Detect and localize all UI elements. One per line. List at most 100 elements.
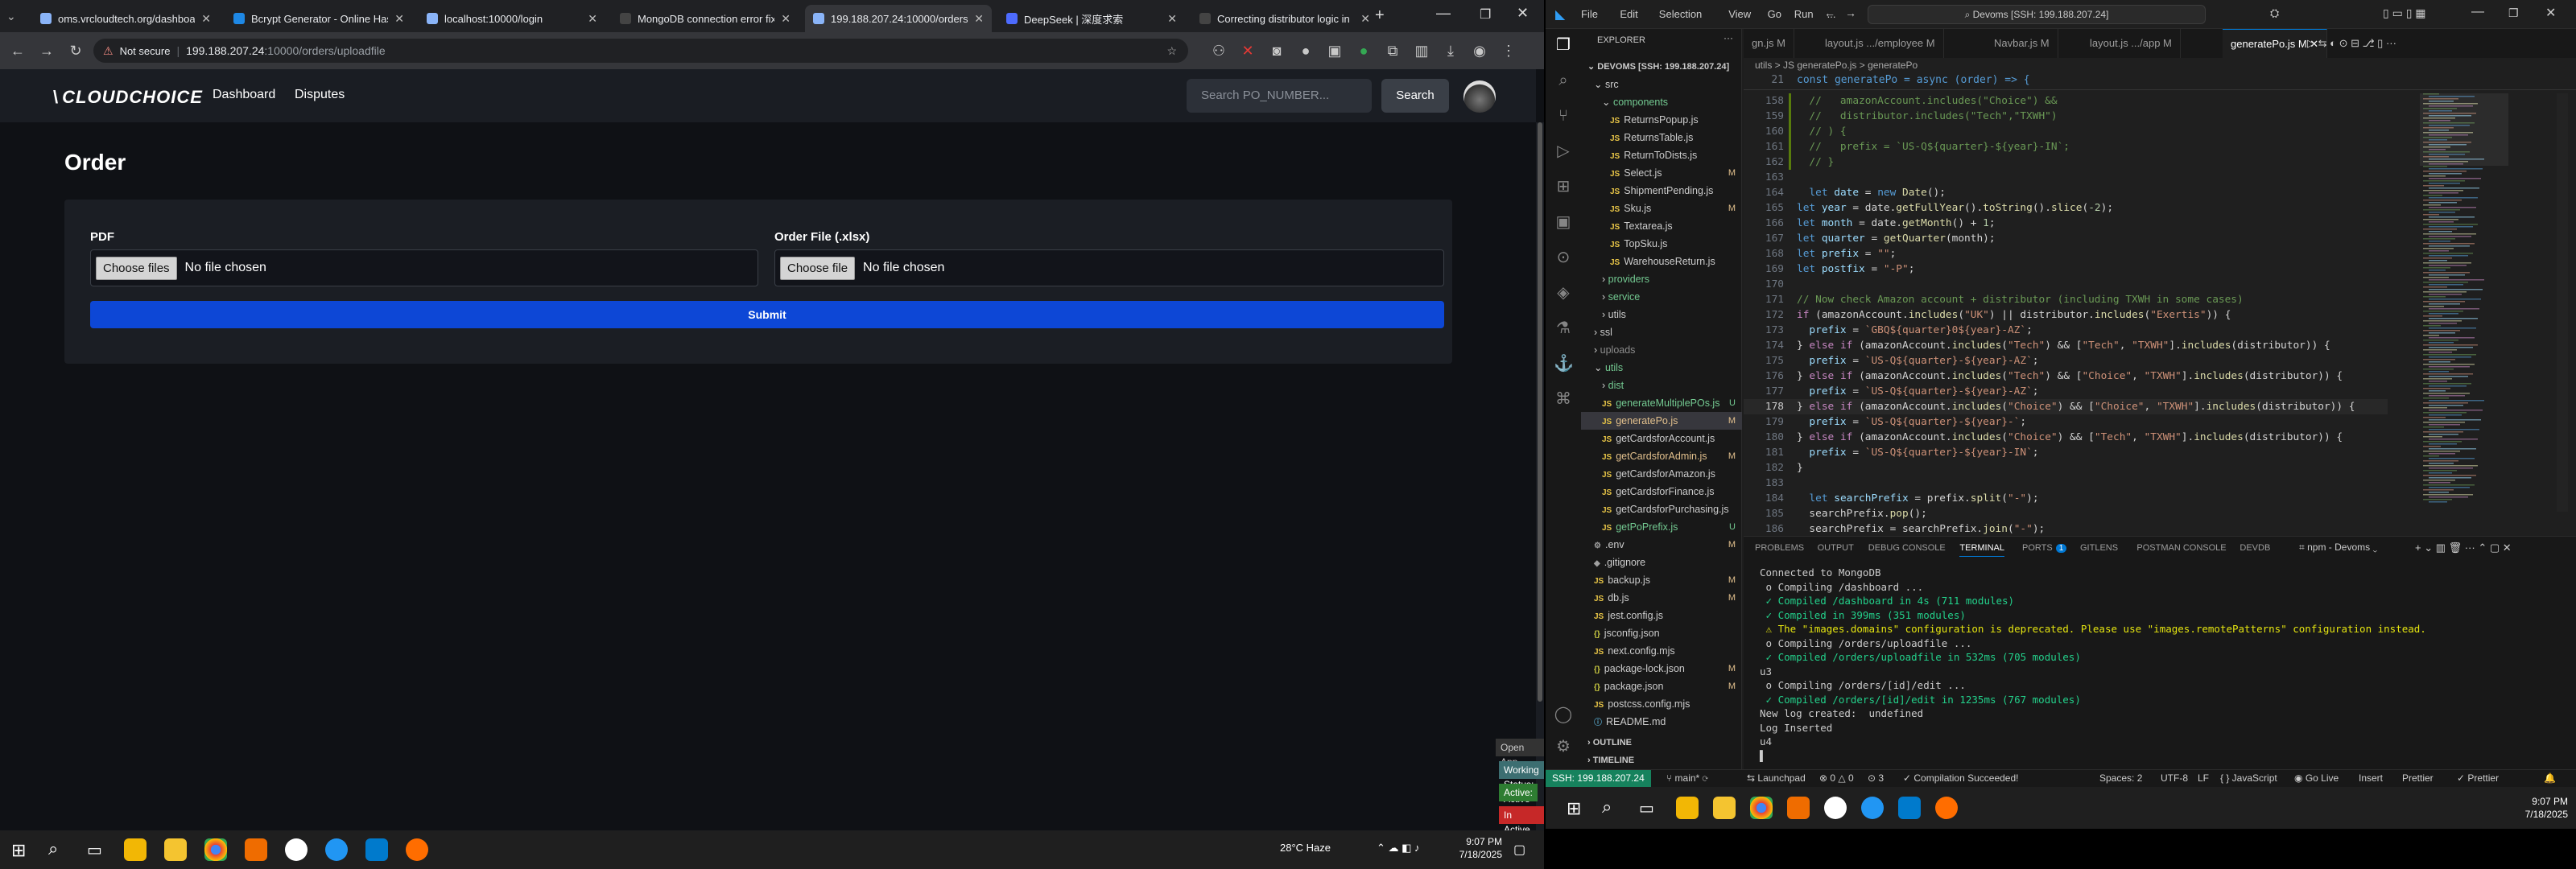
task-view-icon[interactable]: ▭ [1639, 798, 1654, 818]
code-line[interactable]: 162 // } [1744, 154, 2388, 170]
timeline-section[interactable]: › TIMELINE [1581, 752, 1742, 769]
edge-icon[interactable] [325, 838, 348, 861]
browser-tab[interactable]: DeepSeek | 深度求索 ✕ [998, 5, 1185, 32]
sticky-scroll-line[interactable]: 21 const generatePo = async (order) => { [1744, 74, 2576, 90]
prettier-status-2[interactable]: ✓ Prettier [2457, 772, 2499, 784]
code-line[interactable]: 169 let postfix = "-P"; [1744, 262, 2388, 277]
extensions-puzzle-icon[interactable]: ⧉ [1383, 42, 1402, 60]
clock[interactable]: 9:07 PM 7/18/2025 [1457, 835, 1502, 861]
file-item[interactable]: JS WarehouseReturn.js [1581, 253, 1742, 270]
insert-mode[interactable]: Insert [2359, 772, 2383, 784]
sidebar-icon[interactable]: ▥ [1412, 42, 1431, 60]
code-line[interactable]: 176} else if (amazonAccount.includes("Te… [1744, 369, 2388, 384]
store-icon[interactable] [164, 838, 187, 861]
close-icon[interactable]: ✕ [2545, 5, 2556, 21]
file-item[interactable]: JS db.js M [1581, 589, 1742, 607]
file-item[interactable]: JS Sku.js M [1581, 200, 1742, 217]
extension-icon-6[interactable]: ● [1354, 42, 1373, 60]
file-item[interactable]: JS getCardsforAccount.js [1581, 430, 1742, 447]
editor-tab[interactable]: layout.js .../app M [2082, 29, 2181, 58]
choose-files-button[interactable]: Choose files [96, 256, 177, 280]
tab-close-icon[interactable]: ✕ [1360, 12, 1370, 26]
folder-item[interactable]: ⌄ components [1581, 93, 1742, 111]
tab-close-icon[interactable]: ✕ [201, 12, 211, 26]
panel-tab-output[interactable]: OUTPUT [1818, 543, 1854, 553]
browser-tab[interactable]: Correcting distributor logic in ✕ [1191, 5, 1378, 32]
code-line[interactable]: 165 let year = date.getFullYear().toStrin… [1744, 200, 2388, 216]
compile-status[interactable]: ✓ Compilation Succeeded! [1903, 772, 2018, 784]
po-search-input[interactable]: Search PO_NUMBER... [1187, 79, 1372, 113]
folder-item[interactable]: ⌄ src [1581, 76, 1742, 93]
menu-edit[interactable]: Edit [1620, 8, 1637, 20]
notifications-icon[interactable]: ▢ [1513, 842, 1525, 858]
editor-tab[interactable]: layout.js .../employee M [1817, 29, 1944, 58]
code-line[interactable]: 181 prefix = `US-Q${quarter}-${year}-IN`… [1744, 445, 2388, 460]
search-icon[interactable]: ⌕ [1602, 797, 1612, 818]
menu-go[interactable]: Go [1768, 8, 1781, 20]
go-live[interactable]: ◉ Go Live [2294, 772, 2339, 784]
panel-tab-debug-console[interactable]: DEBUG CONSOLE [1868, 543, 1946, 553]
code-line[interactable]: 182} [1744, 460, 2388, 476]
bookmark-star-icon[interactable]: ☆ [1166, 44, 1177, 58]
git-branch[interactable]: ⑂ main* ⟳ [1666, 772, 1708, 784]
run-debug-icon[interactable]: ▷ [1554, 142, 1573, 161]
outline-section[interactable]: › OUTLINE [1581, 734, 1742, 752]
code-editor[interactable]: gn.js M layout.js .../employee M Navbar.js… [1744, 29, 2576, 536]
edge-icon[interactable] [1861, 797, 1884, 819]
file-item[interactable]: JS ShipmentPending.js [1581, 182, 1742, 200]
folder-item[interactable]: › utils [1581, 306, 1742, 323]
code-line[interactable]: 167 let quarter = getQuarter(month); [1744, 231, 2388, 246]
browser-tab[interactable]: Bcrypt Generator - Online Has ✕ [225, 5, 412, 32]
tab-close-icon[interactable]: ✕ [588, 12, 597, 26]
app-icon[interactable] [245, 838, 267, 861]
chrome-icon[interactable] [1750, 797, 1773, 819]
menu-dots-icon[interactable]: ⋮ [1499, 42, 1518, 60]
testing-icon[interactable]: ⚗ [1554, 319, 1573, 338]
profile-icon[interactable]: ◉ [1470, 42, 1489, 60]
browser-tab[interactable]: localhost:10000/login ✕ [419, 5, 605, 32]
file-item[interactable]: JS getCardsforFinance.js [1581, 483, 1742, 500]
code-line[interactable]: 163 [1744, 170, 2388, 185]
indentation[interactable]: Spaces: 2 [2099, 772, 2142, 784]
address-bar[interactable]: ⚠ Not secure | 199.188.207.24:10000/orde… [93, 39, 1188, 63]
code-line[interactable]: 184 let searchPrefix = prefix.split("-")… [1744, 491, 2388, 506]
editor-scrollbar[interactable] [2557, 93, 2568, 512]
file-item[interactable]: JS generatePo.js M [1581, 412, 1742, 430]
prettier-status[interactable]: Prettier [2402, 772, 2434, 784]
code-line[interactable]: 158 // amazonAccount.includes("Choice") … [1744, 93, 2388, 109]
minimize-icon[interactable]: — [2471, 5, 2484, 19]
search-icon[interactable]: ⌕ [1554, 71, 1573, 90]
command-center[interactable]: ⌕ Devoms [SSH: 199.188.207.24] [1868, 5, 2206, 24]
file-item[interactable]: {} package.json M [1581, 677, 1742, 695]
code-line[interactable]: 172 if (amazonAccount.includes("UK") || d… [1744, 307, 2388, 323]
task-view-icon[interactable]: ▭ [87, 840, 102, 860]
file-item[interactable]: {} jsconfig.json [1581, 624, 1742, 642]
github-icon[interactable] [1824, 797, 1847, 819]
postman-icon[interactable] [1935, 797, 1958, 819]
code-line[interactable]: 174} else if (amazonAccount.includes("Te… [1744, 338, 2388, 353]
folder-item[interactable]: › uploads [1581, 341, 1742, 359]
remote-explorer-icon[interactable]: ▣ [1554, 212, 1573, 232]
explorer-icon[interactable]: ❐ [1554, 35, 1573, 55]
file-item[interactable]: JS getCardsforPurchasing.js [1581, 500, 1742, 518]
restore-icon[interactable]: ❐ [1480, 6, 1491, 23]
remote-indicator[interactable]: SSH: 199.188.207.24 [1546, 770, 1651, 788]
source-control-icon[interactable]: ⑂ [1554, 106, 1573, 126]
file-item[interactable]: JS getPoPrefix.js U [1581, 518, 1742, 536]
more-actions-icon[interactable]: ··· [1724, 32, 1733, 43]
tab-close-icon[interactable]: ✕ [394, 12, 404, 26]
breadcrumb[interactable]: utils > JS generatePo.js > generatePo [1755, 60, 1918, 71]
windows-start-icon[interactable]: ⊞ [11, 840, 26, 861]
code-line[interactable]: 168 let prefix = ""; [1744, 246, 2388, 262]
extension-icon-5[interactable]: ▣ [1325, 42, 1344, 60]
extension-icon-1[interactable]: ⚇ [1209, 42, 1228, 60]
pdf-file-input[interactable]: Choose files No file chosen [90, 249, 758, 286]
language-mode[interactable]: { } JavaScript [2220, 772, 2277, 784]
panel-tab-postman-console[interactable]: POSTMAN CONSOLE [2136, 543, 2226, 553]
ports-count[interactable]: ⊙ 3 [1868, 772, 1884, 784]
file-item[interactable]: JS Select.js M [1581, 164, 1742, 182]
panel-tab-problems[interactable]: PROBLEMS [1755, 543, 1804, 553]
tab-close-icon[interactable]: ✕ [974, 12, 984, 26]
vscode-icon[interactable] [1898, 797, 1921, 819]
editor-tab[interactable]: gn.js M [1744, 29, 1794, 58]
